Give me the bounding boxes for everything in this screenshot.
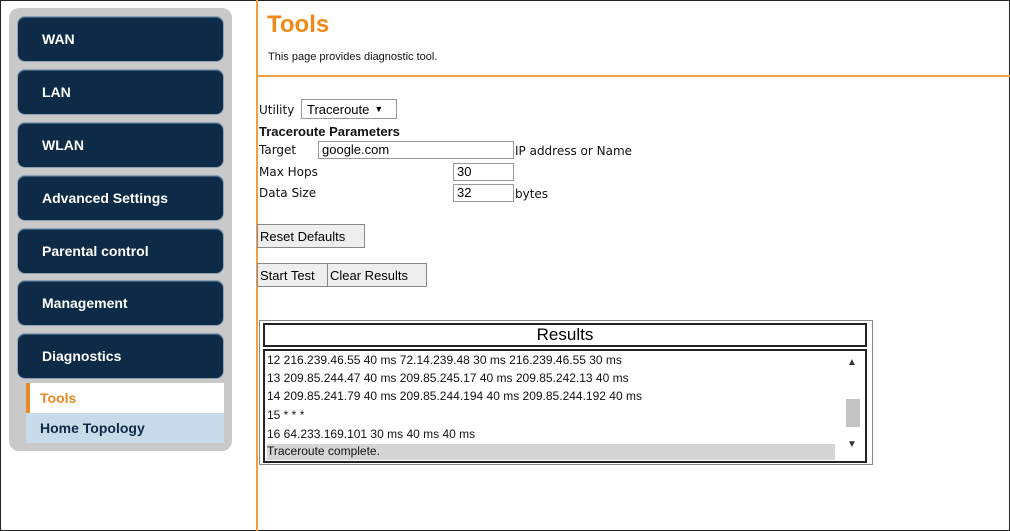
nav-wan-label: WAN	[42, 31, 75, 47]
page-title: Tools	[267, 11, 330, 38]
target-input[interactable]: google.com	[318, 141, 514, 159]
data-size-unit: bytes	[515, 187, 549, 201]
data-size-label: Data Size	[259, 186, 317, 200]
nav-lan[interactable]: LAN	[17, 69, 224, 115]
sidebar-item-tools-label: Tools	[40, 390, 77, 406]
result-line: 15 * * *	[267, 408, 305, 422]
clear-results-button[interactable]: Clear Results	[327, 263, 427, 287]
nav-management-label: Management	[42, 295, 128, 311]
start-test-label: Start Test	[260, 267, 315, 283]
utility-select-value: Traceroute	[307, 101, 370, 117]
target-hint: IP address or Name	[515, 144, 633, 158]
sidebar-item-home-topology-label: Home Topology	[40, 420, 145, 436]
results-header: Results	[263, 323, 867, 347]
scroll-up-icon[interactable]: ▲	[847, 357, 857, 368]
nav-wlan-label: WLAN	[42, 137, 84, 153]
nav-lan-label: LAN	[42, 84, 71, 100]
sidebar-item-tools[interactable]: Tools	[26, 383, 224, 413]
result-line: 12 216.239.46.55 40 ms 72.14.239.48 30 m…	[267, 353, 622, 367]
nav-management[interactable]: Management	[17, 280, 224, 326]
nav-diagnostics-label: Diagnostics	[42, 348, 122, 364]
max-hops-label: Max Hops	[259, 165, 318, 179]
result-line: 14 209.85.241.79 40 ms 209.85.244.194 40…	[267, 389, 642, 403]
nav-wlan[interactable]: WLAN	[17, 122, 224, 168]
scroll-down-icon[interactable]: ▼	[847, 439, 857, 450]
start-test-button[interactable]: Start Test	[257, 263, 329, 287]
clear-results-label: Clear Results	[330, 267, 409, 283]
data-size-input-value: 32	[457, 185, 472, 200]
section-title: Traceroute Parameters	[259, 124, 400, 139]
max-hops-input[interactable]: 30	[453, 163, 514, 181]
target-input-value: google.com	[322, 142, 390, 157]
result-line: 13 209.85.244.47 40 ms 209.85.245.17 40 …	[267, 371, 629, 385]
scrollbar-thumb[interactable]	[846, 399, 860, 427]
dropdown-arrow-icon: ▼	[374, 104, 384, 114]
results-scrollbar[interactable]: ▲ ▼	[841, 351, 865, 461]
nav-wan[interactable]: WAN	[17, 16, 224, 62]
nav-advanced-settings[interactable]: Advanced Settings	[17, 175, 224, 221]
max-hops-input-value: 30	[457, 164, 472, 179]
data-size-input[interactable]: 32	[453, 184, 514, 202]
reset-defaults-label: Reset Defaults	[260, 228, 346, 244]
result-line-selected: Traceroute complete.	[267, 444, 835, 460]
result-line: 16 64.233.169.101 30 ms 40 ms 40 ms	[267, 427, 476, 441]
reset-defaults-button[interactable]: Reset Defaults	[257, 224, 365, 248]
nav-advanced-settings-label: Advanced Settings	[42, 190, 169, 206]
sidebar: WAN LAN WLAN Advanced Settings Parental …	[9, 8, 232, 451]
header-divider	[258, 75, 1010, 77]
nav-parental-control[interactable]: Parental control	[17, 228, 224, 274]
results-textarea[interactable]: 12 216.239.46.55 40 ms 72.14.239.48 30 m…	[263, 349, 867, 463]
page-description: This page provides diagnostic tool.	[268, 51, 438, 63]
utility-label: Utility	[259, 103, 295, 117]
nav-diagnostics[interactable]: Diagnostics	[17, 333, 224, 379]
utility-select[interactable]: Traceroute ▼	[301, 99, 397, 119]
nav-parental-control-label: Parental control	[42, 243, 149, 259]
sidebar-item-home-topology[interactable]: Home Topology	[26, 413, 224, 443]
target-label: Target	[259, 143, 297, 157]
